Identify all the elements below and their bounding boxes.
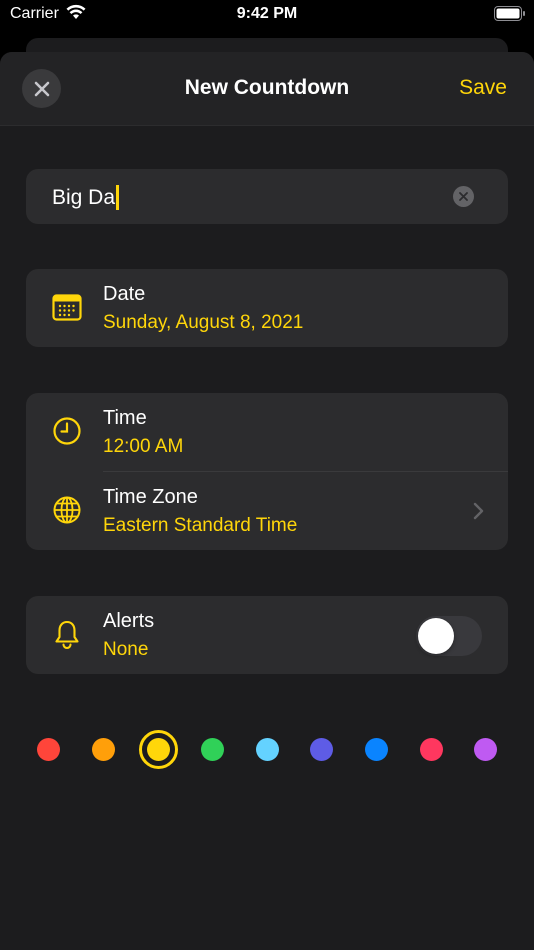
time-card: Time 12:00 AM Time Zone Eastern Standard…	[26, 393, 508, 550]
toggle-knob	[418, 618, 454, 654]
countdown-name-input[interactable]: Big Da	[52, 185, 120, 210]
alerts-card: Alerts None	[26, 596, 508, 674]
chevron-right-icon	[473, 502, 484, 520]
time-label: Time	[103, 407, 147, 429]
bell-icon	[55, 620, 79, 650]
color-swatch-purple[interactable]	[474, 738, 497, 761]
timezone-label: Time Zone	[103, 486, 198, 508]
date-value: Sunday, August 8, 2021	[103, 312, 304, 333]
time-value: 12:00 AM	[103, 436, 184, 457]
navigation-bar: New Countdown Save	[0, 52, 534, 126]
alerts-row: Alerts None	[26, 596, 508, 674]
save-button[interactable]: Save	[459, 76, 507, 100]
globe-icon	[53, 496, 81, 524]
timezone-row[interactable]: Time Zone Eastern Standard Time	[26, 472, 508, 550]
calendar-icon	[52, 294, 82, 321]
alerts-label: Alerts	[103, 610, 155, 632]
date-label: Date	[103, 283, 146, 305]
page-title: New Countdown	[184, 76, 350, 99]
color-swatch-red[interactable]	[37, 738, 60, 761]
color-picker	[0, 730, 534, 770]
countdown-name-field[interactable]: Big Da	[26, 169, 508, 224]
color-swatch-yellow[interactable]	[147, 738, 170, 761]
clear-icon	[459, 192, 468, 201]
status-bar: Carrier 9:42 PM	[0, 0, 534, 28]
date-row[interactable]: Date Sunday, August 8, 2021	[26, 269, 508, 347]
clear-text-button[interactable]	[453, 186, 474, 207]
color-swatch-green[interactable]	[201, 738, 224, 761]
color-swatch-pink[interactable]	[420, 738, 443, 761]
new-countdown-sheet: New Countdown Save Big Da Date Sunday, A…	[0, 52, 534, 950]
battery-icon	[494, 6, 525, 21]
timezone-value: Eastern Standard Time	[103, 515, 298, 536]
color-swatch-cyan[interactable]	[256, 738, 279, 761]
color-swatch-orange[interactable]	[92, 738, 115, 761]
text-caret	[116, 185, 120, 210]
alerts-value: None	[103, 639, 149, 660]
color-swatch-blue[interactable]	[365, 738, 388, 761]
alerts-toggle[interactable]	[416, 616, 482, 656]
clock-icon	[53, 417, 81, 445]
date-card: Date Sunday, August 8, 2021	[26, 269, 508, 347]
color-swatch-indigo[interactable]	[310, 738, 333, 761]
time-row[interactable]: Time 12:00 AM	[26, 393, 508, 472]
status-time: 9:42 PM	[236, 5, 298, 22]
countdown-name-value: Big Da	[52, 185, 116, 209]
